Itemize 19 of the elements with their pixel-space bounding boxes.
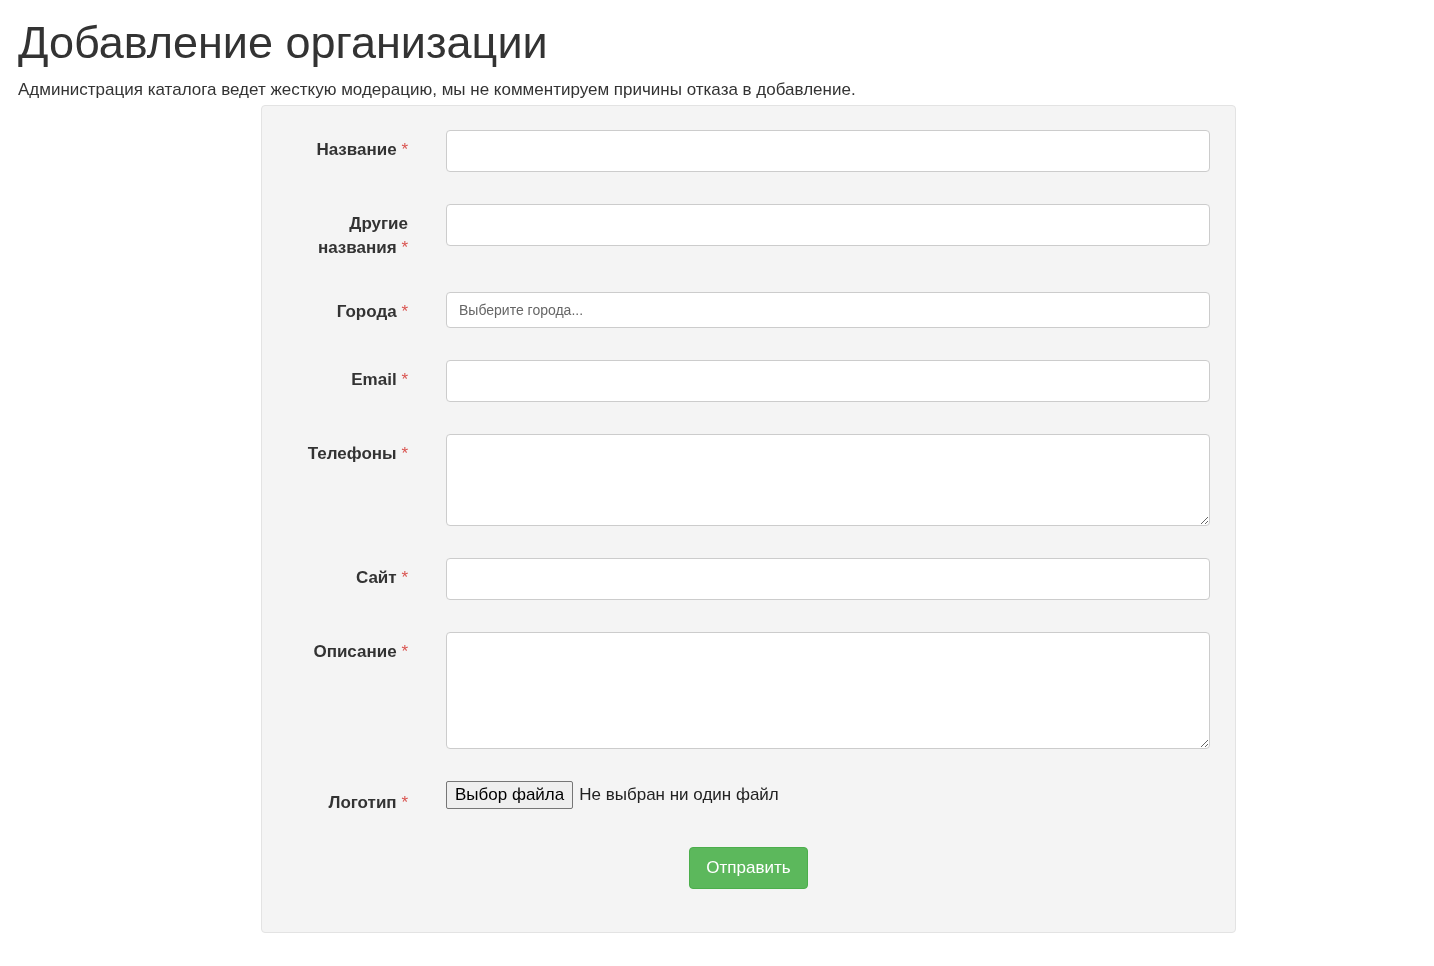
field-label: Название * — [315, 139, 408, 161]
input-field[interactable] — [446, 130, 1210, 172]
field-label: Телефоны * — [306, 443, 408, 465]
file-status: Не выбран ни один файл — [579, 784, 779, 807]
field-label: Сайт * — [354, 567, 408, 589]
field-label: Города * — [335, 301, 408, 323]
page-description: Администрация каталога ведет жесткую модерацию, мы не комментируем причины отказа в добавление. — [18, 79, 857, 101]
page-title: Добавление организации — [18, 16, 549, 70]
textarea-field[interactable] — [446, 632, 1210, 749]
field-label: Другие названия * — [316, 213, 408, 259]
field-label: Email * — [350, 369, 408, 391]
select-field[interactable]: Выберите города... — [446, 292, 1210, 328]
choose-file-button[interactable]: Выбор файла — [446, 781, 574, 809]
field-label: Описание * — [312, 641, 408, 663]
input-field[interactable] — [446, 204, 1210, 246]
field-label: Логотип * — [327, 792, 408, 814]
input-field[interactable] — [446, 360, 1210, 402]
input-field[interactable] — [446, 558, 1210, 600]
textarea-field[interactable] — [446, 434, 1210, 526]
